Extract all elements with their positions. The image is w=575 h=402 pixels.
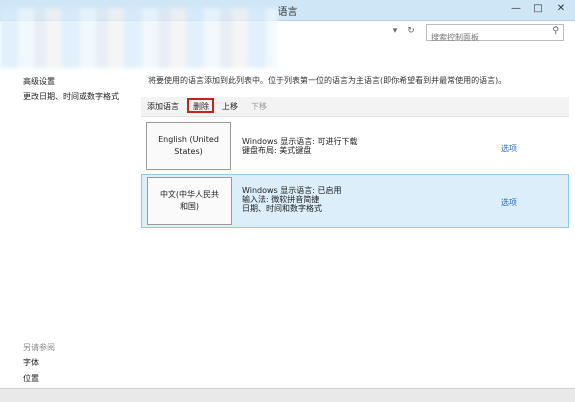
language-row-chinese[interactable]: 中文(中华人民共 和国) Windows 显示语言: 已启用 输入法: 微软拼音… — [141, 174, 569, 228]
close-button[interactable]: ✕ — [550, 0, 572, 18]
language-info: Windows 显示语言: 可进行下载 键盘布局: 美式键盘 — [242, 137, 358, 155]
display-language-status: Windows 显示语言: 已启用 — [242, 186, 342, 195]
maximize-button[interactable]: □ — [527, 0, 549, 18]
keyboard-layout: 键盘布局: 美式键盘 — [242, 146, 312, 155]
language-tile-chinese[interactable]: 中文(中华人民共 和国) — [147, 177, 232, 225]
language-name-line2: States) — [174, 147, 203, 156]
remove-button-highlight — [187, 98, 214, 113]
search-icon[interactable]: ⚲ — [552, 26, 559, 36]
add-language-button[interactable]: 添加语言 — [147, 101, 179, 112]
display-language-status: Windows 显示语言: 可进行下载 — [242, 137, 358, 146]
input-method: 输入法: 微软拼音简捷 — [242, 195, 320, 204]
date-time-format: 日期、时间和数字格式 — [242, 204, 322, 213]
bottom-edge — [0, 388, 575, 402]
move-down-button[interactable]: 下移 — [251, 101, 267, 112]
search-input[interactable] — [427, 31, 541, 44]
refresh-icon[interactable]: ↻ — [404, 24, 418, 38]
sidebar-link-advanced-settings[interactable]: 高级设置 — [23, 76, 55, 87]
language-info: Windows 显示语言: 已启用 输入法: 微软拼音简捷 日期、时间和数字格式 — [242, 186, 342, 213]
language-row-english[interactable]: English (United States) Windows 显示语言: 可进… — [141, 119, 569, 173]
see-also-heading: 另请参阅 — [23, 343, 55, 352]
search-box[interactable]: ⚲ — [426, 24, 564, 44]
sidebar-link-change-date-format[interactable]: 更改日期、时间或数字格式 — [23, 91, 119, 102]
language-name-line1: English (United — [158, 135, 219, 144]
minimize-button[interactable]: — — [505, 0, 527, 18]
language-name-line2: 和国) — [179, 202, 200, 211]
language-name-line1: 中文(中华人民共 — [159, 190, 220, 199]
options-link-chinese[interactable]: 选项 — [501, 197, 517, 208]
dropdown-icon[interactable]: ▾ — [388, 24, 402, 38]
options-link-english[interactable]: 选项 — [501, 143, 517, 154]
see-also-link-fonts[interactable]: 字体 — [23, 357, 39, 368]
see-also-link-location[interactable]: 位置 — [23, 373, 39, 384]
move-up-button[interactable]: 上移 — [222, 101, 238, 112]
page-description: 将要使用的语言添加到此列表中。位于列表第一位的语言为主语言(即你希望看到并最常使… — [148, 76, 507, 85]
language-tile-english[interactable]: English (United States) — [146, 122, 231, 170]
